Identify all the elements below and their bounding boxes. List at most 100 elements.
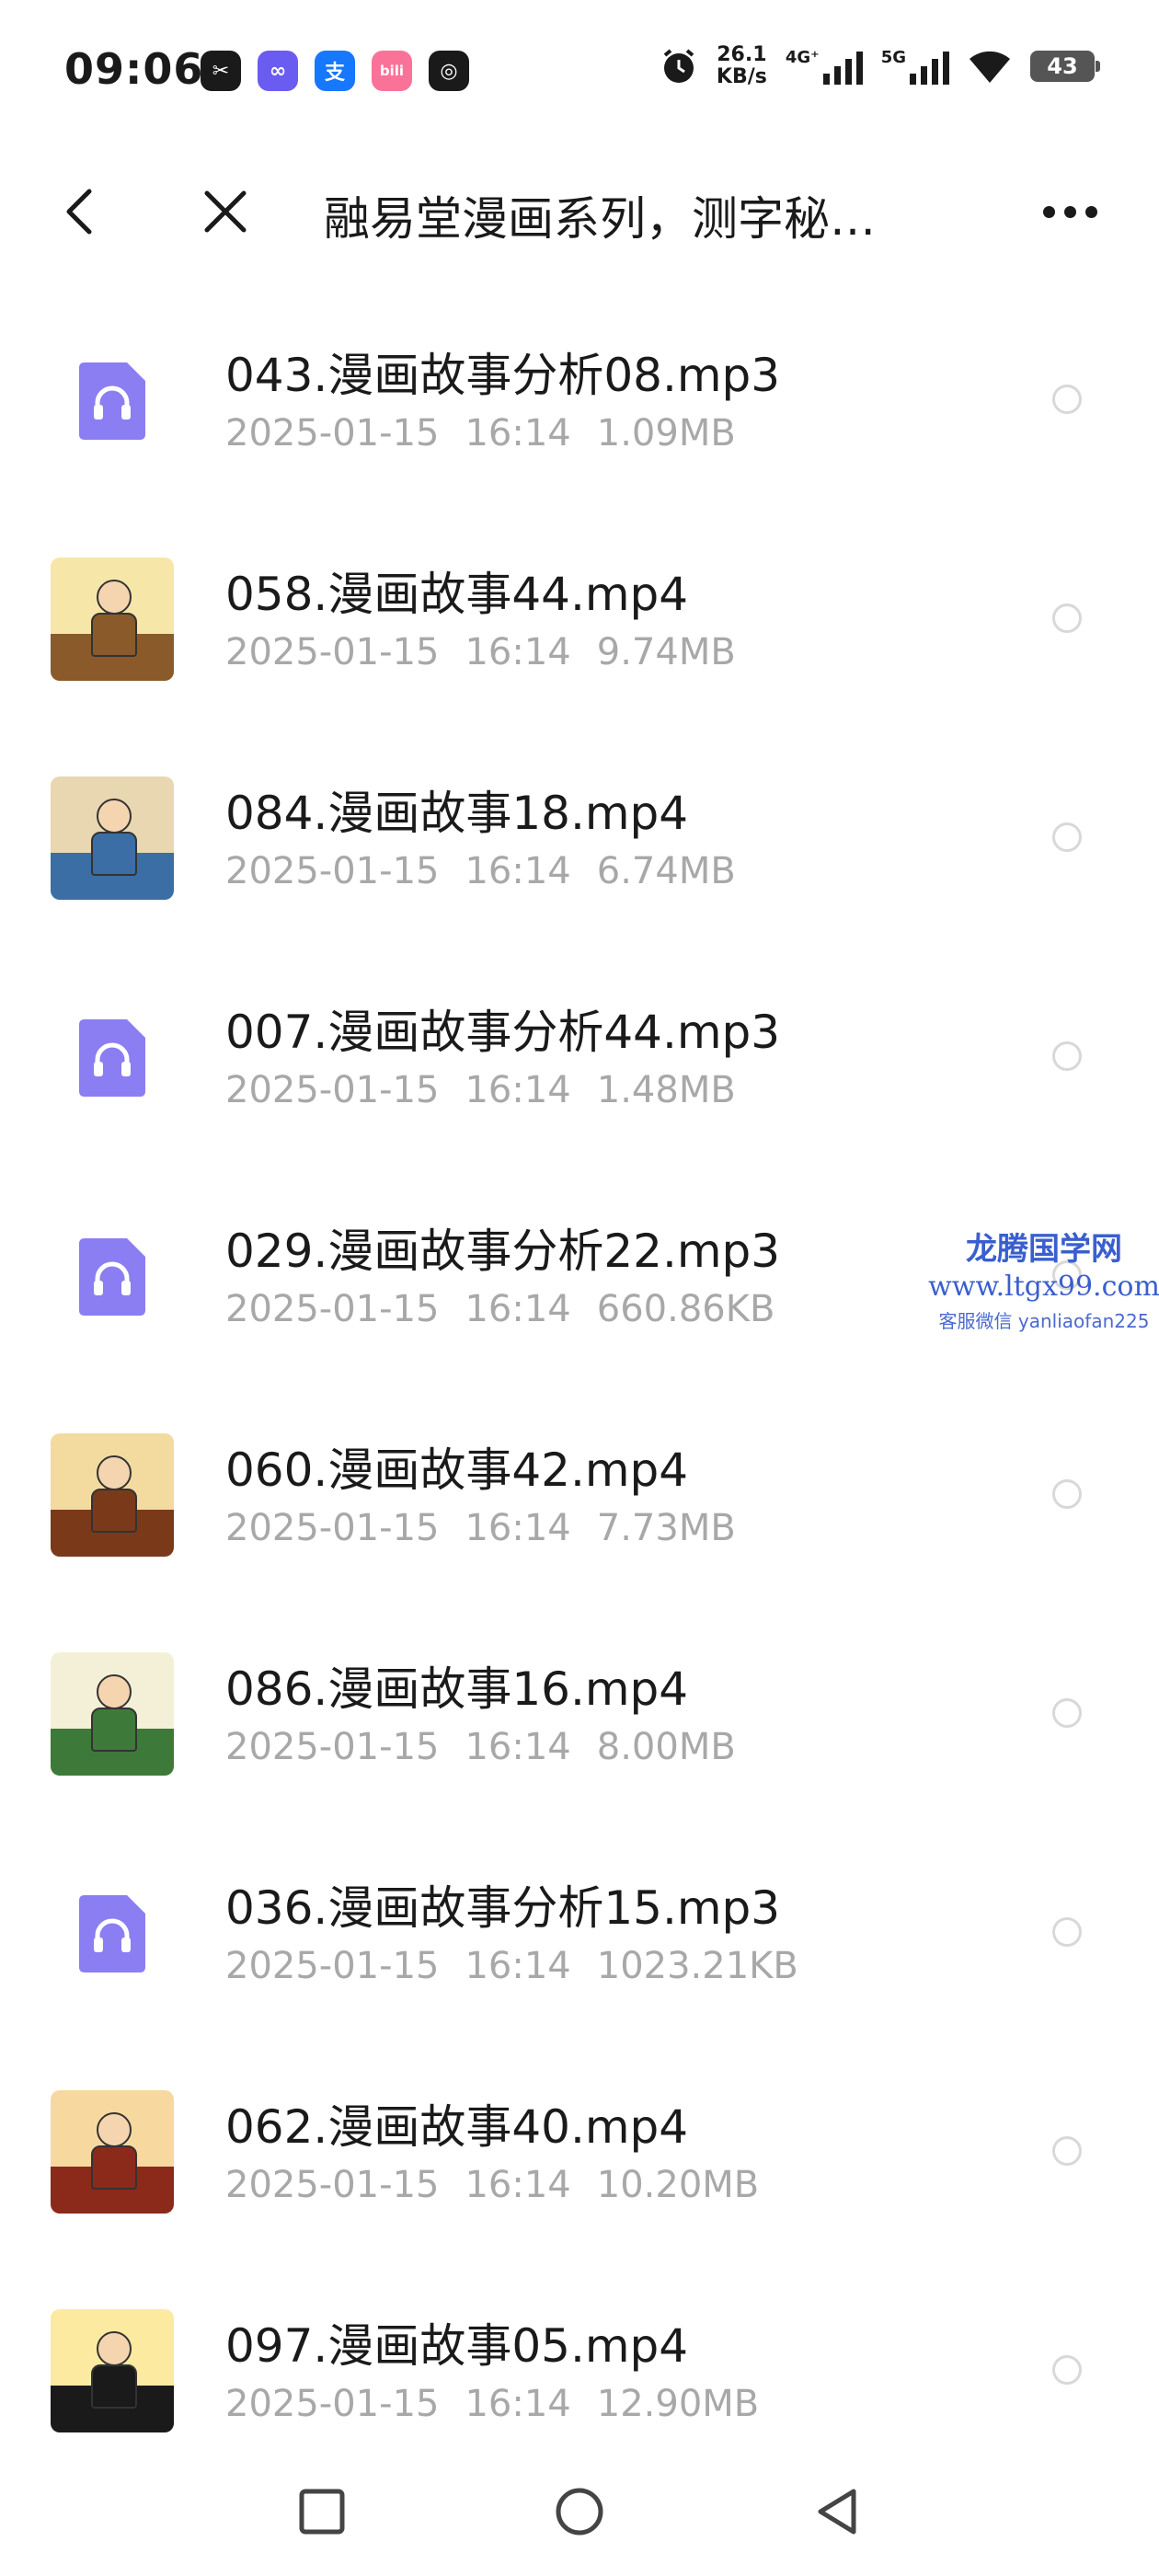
- file-date: 2025-01-15: [225, 2383, 440, 2425]
- recent-apps-button[interactable]: [285, 2475, 359, 2548]
- file-meta: 2025-01-15 16:14 12.90MB: [225, 2383, 785, 2425]
- audio-file-icon: [51, 339, 174, 462]
- wifi-icon: [970, 51, 1010, 83]
- file-row[interactable]: 043.漫画故事分析08.mp3 2025-01-15 16:14 1.09MB: [0, 311, 1159, 530]
- network-type-label: 5G: [880, 48, 906, 67]
- bilibili-app-icon: bili: [372, 51, 412, 91]
- close-icon: [204, 190, 247, 233]
- file-row[interactable]: 036.漫画故事分析15.mp3 2025-01-15 16:14 1023.21KB: [0, 1844, 1159, 2063]
- file-meta: 2025-01-15 16:14 7.73MB: [225, 1507, 762, 1549]
- video-thumbnail: [51, 776, 174, 900]
- network-speed: 26.1 KB/s: [717, 44, 767, 88]
- circle-icon: [556, 2488, 603, 2536]
- chevron-left-icon: [66, 189, 92, 235]
- select-radio[interactable]: [1052, 1479, 1082, 1509]
- file-meta: 2025-01-15 16:14 10.20MB: [225, 2164, 785, 2206]
- file-meta: 2025-01-15 16:14 1023.21KB: [225, 1945, 824, 1987]
- app-icon-glyph: 支: [324, 62, 345, 85]
- file-size: 7.73MB: [596, 1507, 736, 1549]
- file-date: 2025-01-15: [225, 412, 440, 454]
- file-date: 2025-01-15: [225, 1945, 440, 1987]
- alarm-icon: [663, 49, 694, 83]
- system-navigation-bar: [0, 2456, 1159, 2558]
- headphones-icon: [79, 1895, 145, 1972]
- watermark-title: 龙腾国学网: [966, 1231, 1122, 1268]
- square-icon: [299, 2489, 345, 2535]
- cartoon-body: [91, 613, 137, 657]
- file-name: 036.漫画故事分析15.mp3: [225, 1881, 781, 1935]
- select-radio[interactable]: [1052, 822, 1082, 852]
- file-meta: 2025-01-15 16:14 8.00MB: [225, 1726, 762, 1768]
- battery-level: 43: [1047, 53, 1078, 79]
- file-meta: 2025-01-15 16:14 9.74MB: [225, 631, 762, 673]
- cartoon-body: [91, 1708, 137, 1752]
- video-thumbnail: [51, 2309, 174, 2432]
- file-date: 2025-01-15: [225, 850, 440, 892]
- file-row[interactable]: 084.漫画故事18.mp4 2025-01-15 16:14 6.74MB: [0, 749, 1159, 968]
- file-date: 2025-01-15: [225, 1726, 440, 1768]
- file-meta: 2025-01-15 16:14 1.09MB: [225, 412, 762, 454]
- file-time: 16:14: [465, 1069, 571, 1111]
- file-list: 043.漫画故事分析08.mp3 2025-01-15 16:14 1.09MB 058…: [0, 311, 1159, 2501]
- file-row[interactable]: 007.漫画故事分析44.mp3 2025-01-15 16:14 1.48MB: [0, 968, 1159, 1187]
- more-dot-icon: [1084, 205, 1097, 218]
- audio-file-icon: [51, 995, 174, 1119]
- select-radio[interactable]: [1052, 385, 1082, 414]
- select-radio[interactable]: [1052, 1917, 1082, 1947]
- video-thumbnail: [51, 2090, 174, 2214]
- select-radio[interactable]: [1052, 604, 1082, 633]
- back-button[interactable]: [48, 175, 112, 248]
- top-app-bar: 融易堂漫画系列，测字秘…: [0, 156, 1159, 267]
- speed-unit: KB/s: [716, 65, 767, 88]
- file-row[interactable]: 060.漫画故事42.mp4 2025-01-15 16:14 7.73MB: [0, 1406, 1159, 1625]
- file-time: 16:14: [465, 850, 571, 892]
- cartoon-figure: [97, 1674, 132, 1709]
- signal-bars-icon: [910, 48, 949, 85]
- file-row[interactable]: 062.漫画故事40.mp4 2025-01-15 16:14 10.20MB: [0, 2063, 1159, 2282]
- select-radio[interactable]: [1052, 1698, 1082, 1728]
- file-size: 8.00MB: [596, 1726, 736, 1768]
- network-type-label: 4G⁺: [785, 48, 820, 67]
- cartoon-figure: [97, 2331, 132, 2366]
- cartoon-figure: [97, 799, 132, 834]
- file-date: 2025-01-15: [225, 1069, 440, 1111]
- cellular-signal-2: 5G: [881, 48, 949, 85]
- select-radio[interactable]: [1052, 1041, 1082, 1071]
- cartoon-figure: [97, 580, 132, 615]
- file-name: 060.漫画故事42.mp4: [225, 1443, 689, 1497]
- file-name: 058.漫画故事44.mp4: [225, 568, 689, 621]
- headphones-icon: [79, 1019, 145, 1097]
- file-size: 660.86KB: [596, 1288, 775, 1330]
- headphones-icon: [79, 1238, 145, 1316]
- select-radio[interactable]: [1052, 2136, 1082, 2166]
- battery-icon: 43: [1030, 51, 1100, 82]
- file-time: 16:14: [465, 1945, 571, 1987]
- alipay-app-icon: 支: [315, 51, 355, 91]
- speed-value: 26.1: [717, 43, 767, 66]
- scissors-app-icon: ✂: [201, 51, 241, 91]
- cartoon-body: [91, 2364, 137, 2409]
- close-button[interactable]: [189, 175, 262, 248]
- file-time: 16:14: [465, 2164, 571, 2206]
- file-time: 16:14: [465, 1726, 571, 1768]
- file-name: 043.漫画故事分析08.mp3: [225, 349, 781, 402]
- clock: 09:06: [64, 44, 204, 94]
- file-row[interactable]: 058.漫画故事44.mp4 2025-01-15 16:14 9.74MB: [0, 530, 1159, 749]
- file-name: 084.漫画故事18.mp4: [225, 787, 689, 840]
- file-time: 16:14: [465, 1288, 571, 1330]
- more-options-button[interactable]: [1028, 175, 1111, 248]
- watermark-contact: 客服微信 yanliaofan225: [938, 1310, 1150, 1332]
- audio-file-icon: [51, 1214, 174, 1338]
- file-size: 12.90MB: [596, 2383, 760, 2425]
- more-dot-icon: [1063, 205, 1076, 218]
- select-radio[interactable]: [1052, 2355, 1082, 2385]
- video-thumbnail: [51, 1433, 174, 1557]
- planet-app-icon: ◎: [429, 51, 469, 91]
- video-thumbnail: [51, 1652, 174, 1776]
- back-nav-button[interactable]: [800, 2475, 874, 2548]
- notification-icons: ✂ ∞ 支 bili ◎: [201, 51, 469, 91]
- cartoon-body: [91, 1489, 137, 1533]
- home-button[interactable]: [543, 2475, 616, 2548]
- app-icon-glyph: ◎: [440, 59, 458, 83]
- file-row[interactable]: 086.漫画故事16.mp4 2025-01-15 16:14 8.00MB: [0, 1625, 1159, 1844]
